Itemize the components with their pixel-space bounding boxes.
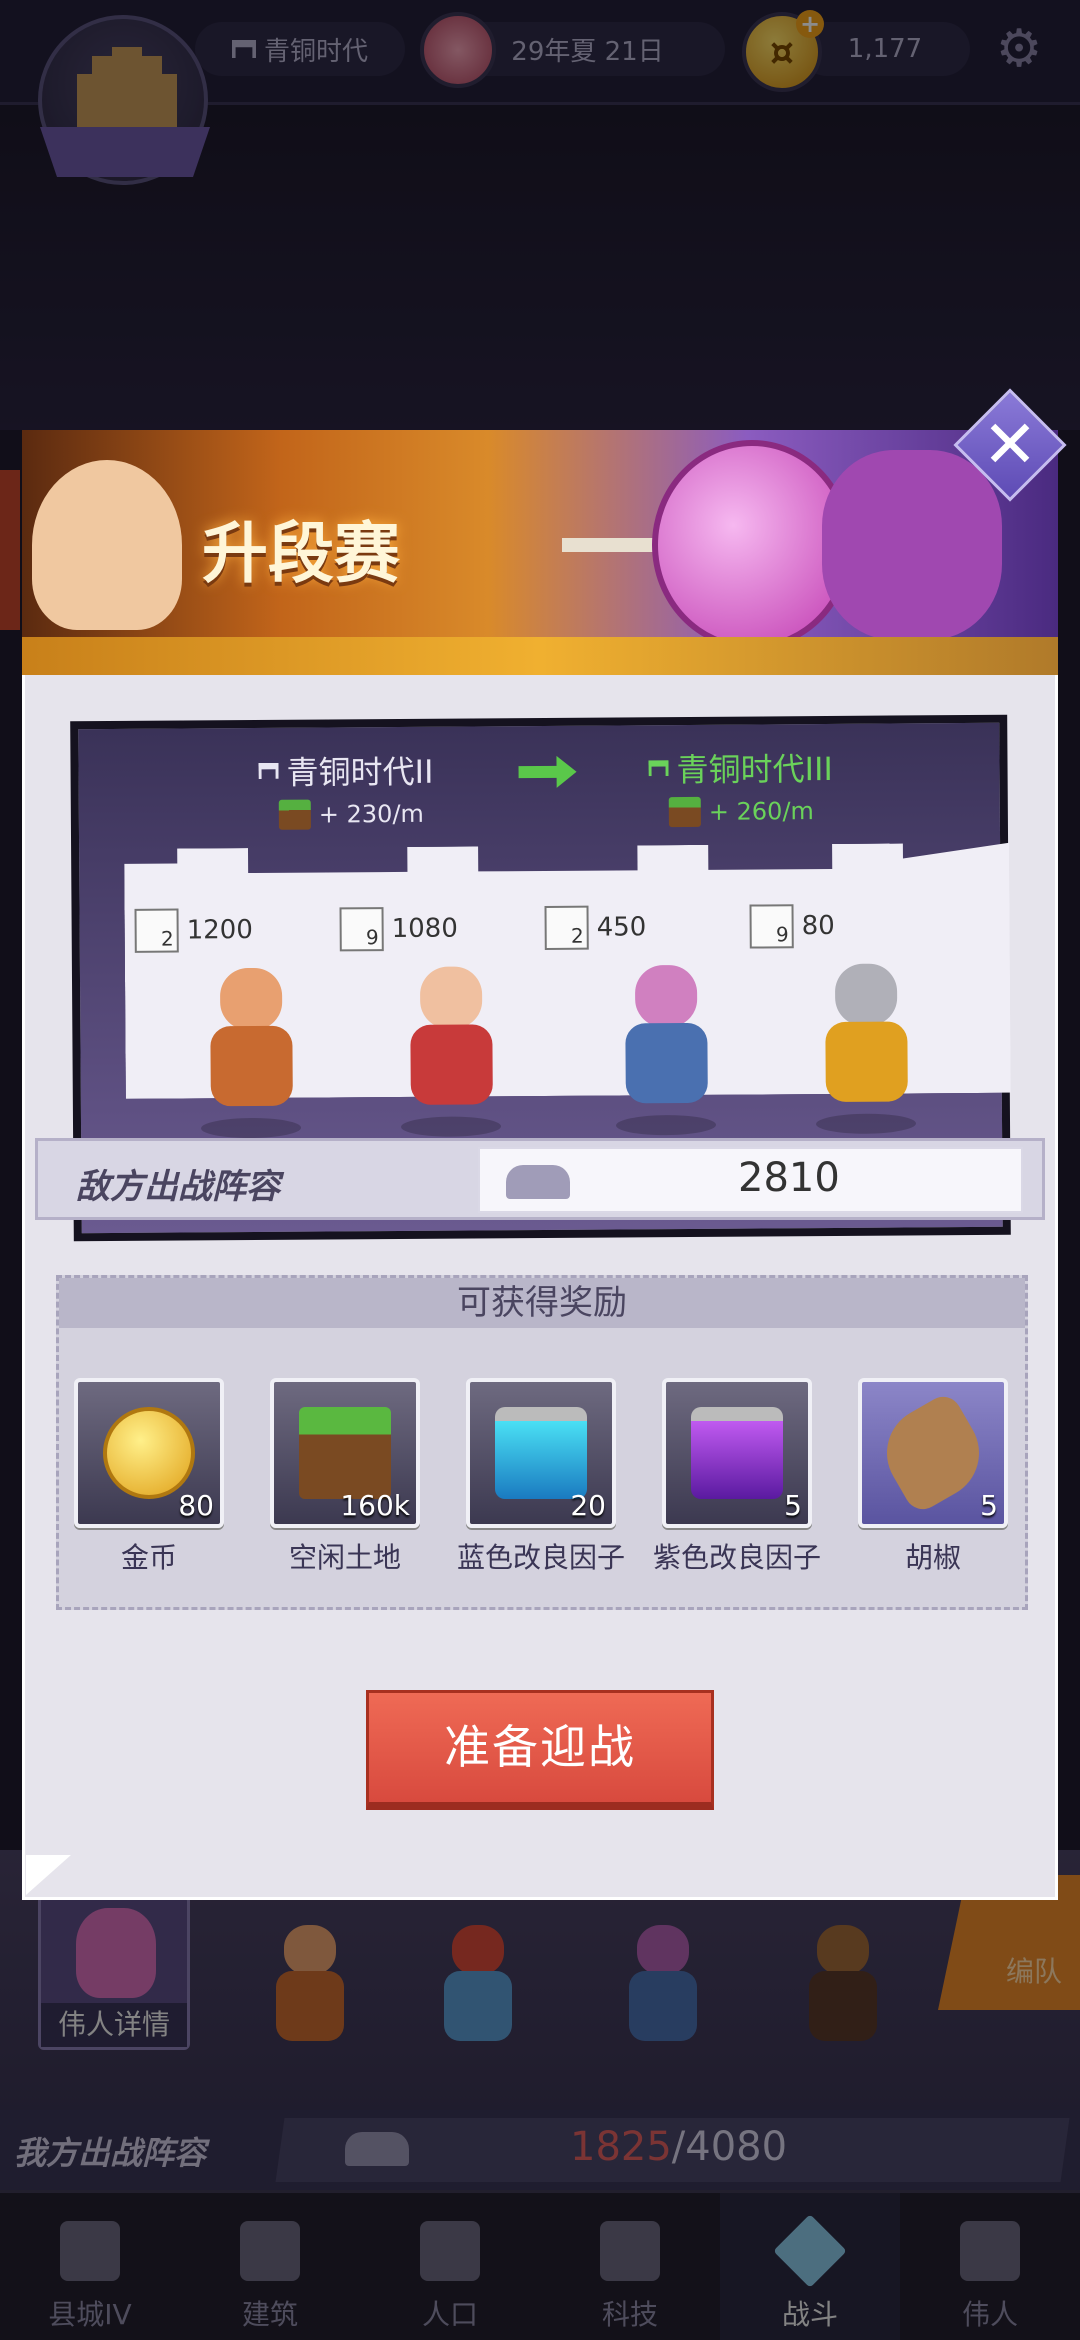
land-icon xyxy=(299,1407,391,1499)
reward-tile: 5 xyxy=(858,1378,1008,1528)
reward-name: 空闲土地 xyxy=(288,1541,401,1574)
reward-tile: 5 xyxy=(662,1378,812,1528)
enemy-swordsman xyxy=(605,964,726,1146)
musket-icon: 9 xyxy=(339,907,384,952)
corner-decoration xyxy=(26,1855,71,1895)
enemy-unit-count: 80 xyxy=(801,910,835,942)
reward-name: 胡椒 xyxy=(904,1541,961,1574)
reward-count: 160k xyxy=(340,1489,410,1522)
enemy-unit-stat: 9 80 xyxy=(749,904,835,949)
gold-coin-icon xyxy=(103,1407,195,1499)
population-icon xyxy=(506,1165,570,1199)
enemy-lineup-label: 敌方出战阵容 xyxy=(76,1167,280,1207)
next-rate: + 260/m xyxy=(668,796,814,828)
reward-tile: 20 xyxy=(466,1378,616,1528)
current-tier-label: 青铜时代II xyxy=(286,752,434,792)
next-rate-label: + 260/m xyxy=(708,797,814,826)
enemy-musketeer xyxy=(390,966,511,1147)
land-icon xyxy=(278,799,311,830)
enemy-spearman xyxy=(190,967,311,1149)
prepare-battle-button[interactable]: 准备迎战 xyxy=(366,1690,714,1810)
next-tier: 青铜时代III xyxy=(648,744,833,791)
reward-tile: 160k xyxy=(270,1378,420,1528)
close-icon: ✕ xyxy=(982,406,1038,483)
spear-icon: 2 xyxy=(134,908,179,953)
banner-hero xyxy=(32,460,182,630)
enemy-unit-count: 1080 xyxy=(391,913,458,945)
rewards-panel: 可获得奖励 80 金币 160k 空闲土地 20 蓝色改良因子 5 紫色改良因子… xyxy=(56,1275,1028,1610)
reward-tile: 80 xyxy=(74,1378,224,1528)
enemy-unit-count: 1200 xyxy=(186,915,253,946)
purple-vial-icon xyxy=(691,1407,783,1499)
enemy-cavalry xyxy=(805,963,926,1144)
reward-count: 5 xyxy=(784,1489,802,1522)
pepper-icon xyxy=(870,1390,996,1516)
tier-icon xyxy=(648,760,668,776)
enemy-unit-count: 450 xyxy=(596,912,647,943)
enemy-unit-stat: 2 1200 xyxy=(134,908,253,953)
sword-icon: 2 xyxy=(544,905,589,950)
enemy-lineup-bar: 敌方出战阵容 2810 xyxy=(35,1138,1045,1220)
reward-name: 金币 xyxy=(120,1541,177,1574)
next-tier-label: 青铜时代III xyxy=(676,749,834,790)
banner-trim xyxy=(22,637,1058,675)
banner-title: 升段赛 xyxy=(202,515,400,592)
reward-count: 20 xyxy=(570,1489,606,1522)
blue-vial-icon xyxy=(495,1407,587,1499)
current-rate-label: + 230/m xyxy=(318,799,424,829)
enemy-unit-stat: 2 450 xyxy=(544,905,646,950)
reward-name: 蓝色改良因子 xyxy=(456,1541,625,1574)
tier-icon xyxy=(258,763,278,779)
reward-name: 紫色改良因子 xyxy=(652,1541,821,1574)
enemy-unit-stat: 9 1080 xyxy=(339,907,458,952)
rewards-title: 可获得奖励 xyxy=(59,1278,1025,1328)
current-tier: 青铜时代II xyxy=(258,747,434,794)
cavalry-icon: 9 xyxy=(749,904,794,949)
reward-count: 5 xyxy=(980,1489,998,1522)
close-button[interactable]: ✕ xyxy=(953,388,1067,502)
enemy-power: 2810 xyxy=(738,1155,840,1201)
arrow-right-icon xyxy=(518,765,559,779)
land-icon xyxy=(668,796,701,828)
banner: 升段赛 xyxy=(22,430,1058,675)
reward-count: 80 xyxy=(178,1489,214,1522)
current-rate: + 230/m xyxy=(278,799,424,830)
